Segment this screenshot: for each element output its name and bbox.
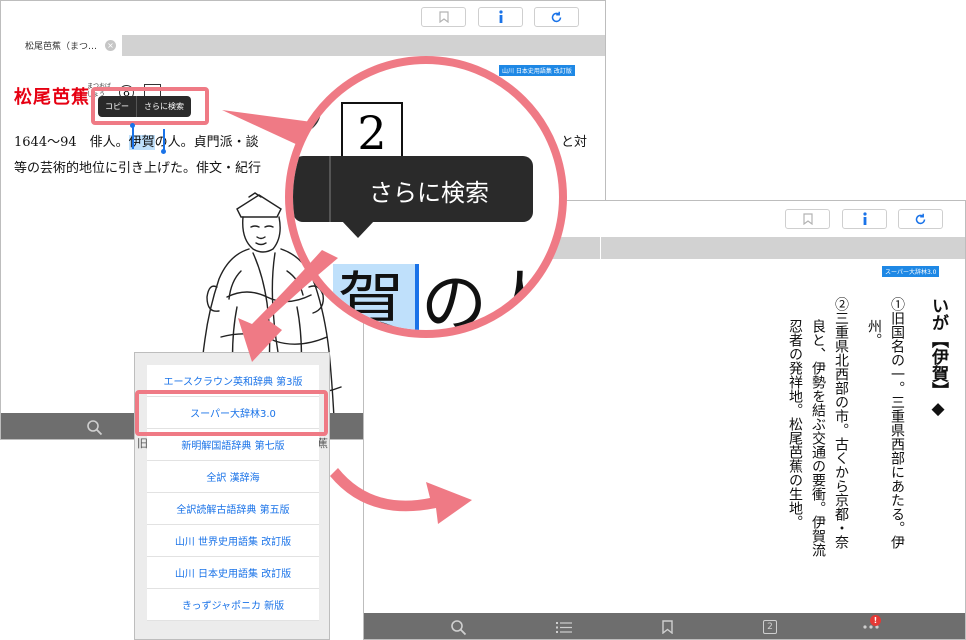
- body-text: の人。貞門派・談: [154, 135, 259, 150]
- zoom-search-more-label: さらに検索: [369, 179, 489, 207]
- dictionary-label: 山川 日本史用語集 改訂版: [499, 65, 575, 76]
- notification-badge: !: [870, 615, 881, 626]
- refresh-icon: [915, 213, 926, 224]
- info-button[interactable]: [842, 209, 887, 229]
- zoom-selected-char: 賀: [338, 265, 404, 338]
- headword: 松尾芭蕉: [14, 87, 90, 108]
- selection-end-dot: [161, 149, 166, 154]
- bottom-toolbar: 2 !: [364, 613, 965, 639]
- bookmark-icon: [802, 213, 813, 225]
- zoom-callout-pointer: [341, 220, 375, 238]
- refresh-icon: [551, 11, 562, 22]
- search-icon[interactable]: [450, 619, 467, 636]
- definition-line: ①旧国名の一。三重県西部にあたる。伊: [889, 297, 905, 549]
- definition-line: 忍者の発祥地。松尾芭蕉の生地。: [787, 319, 803, 529]
- entry-heading: いが【伊賀】◆: [928, 297, 948, 419]
- definition-line: 州。: [866, 319, 882, 347]
- zoom-callout: さらに検索: [293, 156, 533, 222]
- tab-close-button[interactable]: ×: [105, 40, 116, 51]
- info-icon: [862, 212, 867, 225]
- dictionary-item[interactable]: 山川 日本史用語集 改訂版: [147, 557, 319, 589]
- tab-divider: [600, 237, 601, 259]
- info-button[interactable]: [478, 7, 523, 27]
- dictionary-label: スーパー大辞林3.0: [882, 266, 940, 277]
- refresh-button[interactable]: [898, 209, 943, 229]
- zoom-after-chars: の人: [421, 265, 553, 338]
- bookmark-icon[interactable]: [662, 620, 673, 634]
- tab-matsuo-basho[interactable]: 松尾芭蕉（まつ…: [1, 35, 122, 56]
- selected-dictionary-highlight: [135, 390, 328, 436]
- tab-label: 松尾芭蕉（まつ…: [25, 42, 98, 52]
- page-count-badge[interactable]: 2: [763, 620, 777, 634]
- info-icon: [498, 10, 503, 23]
- body-line: 等の芸術的地位に引き上げた。俳文・紀行: [14, 161, 262, 176]
- definition-line: 良と、伊勢を結ぶ交通の要衝。伊賀流: [810, 319, 826, 557]
- bookmark-button[interactable]: [785, 209, 830, 229]
- dictionary-item[interactable]: 山川 世界史用語集 改訂版: [147, 525, 319, 557]
- zoom-callout-divider: [329, 156, 331, 222]
- dictionary-item[interactable]: 全訳 漢辞海: [147, 461, 319, 493]
- zoom-cursor: [415, 264, 419, 330]
- body-line-tail: と対: [561, 135, 588, 150]
- selection-end-handle[interactable]: [163, 129, 165, 151]
- selection-start-dot: [130, 123, 135, 128]
- magnifier-zoom: 2 さらに検索 賀 の人: [285, 56, 567, 338]
- search-more-highlight: [91, 87, 209, 125]
- list-icon[interactable]: [556, 621, 572, 634]
- bookmark-icon: [438, 11, 449, 23]
- bookmark-button[interactable]: [421, 7, 466, 27]
- definition-line: ②三重県北西部の市。古くから京都・奈: [833, 297, 849, 549]
- body-line: 1644〜94 俳人。伊賀の人。貞門派・談: [14, 131, 259, 150]
- body-text: 1644〜94 俳人。: [14, 135, 129, 150]
- search-icon[interactable]: [86, 419, 103, 436]
- selection-start-handle[interactable]: [132, 127, 134, 149]
- refresh-button[interactable]: [534, 7, 579, 27]
- zoom-box-number: 2: [341, 102, 403, 164]
- tab-bar: 松尾芭蕉（まつ… ×: [1, 35, 605, 56]
- dictionary-item[interactable]: きっずジャポニカ 新版: [147, 589, 319, 621]
- dictionary-item[interactable]: 全訳読解古語辞典 第五版: [147, 493, 319, 525]
